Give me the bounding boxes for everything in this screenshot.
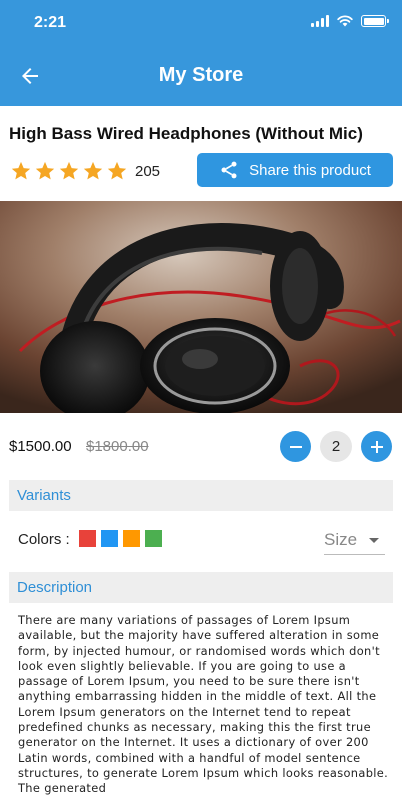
- wifi-icon: [337, 15, 353, 27]
- color-swatch-red[interactable]: [79, 530, 96, 547]
- signal-icon: [311, 15, 329, 27]
- plus-icon: [370, 440, 383, 453]
- star-icon: [11, 161, 31, 180]
- status-icons: [311, 15, 389, 27]
- share-product-button[interactable]: Share this product: [197, 153, 393, 187]
- minus-icon: [289, 445, 302, 448]
- current-price: $1500.00: [9, 438, 72, 455]
- dropdown-caret-icon: [369, 537, 379, 543]
- quantity-value: 2: [320, 431, 352, 462]
- share-button-label: Share this product: [249, 161, 371, 179]
- headphones-illustration: [0, 201, 402, 413]
- battery-icon: [361, 15, 389, 27]
- star-icon: [107, 161, 127, 180]
- app-title: My Store: [158, 64, 244, 86]
- product-rating: 205: [10, 160, 160, 182]
- product-title: High Bass Wired Headphones (Without Mic): [9, 124, 363, 143]
- original-price: $1800.00: [86, 438, 149, 455]
- size-dropdown-label: Size: [324, 530, 358, 549]
- status-time: 2:21: [34, 14, 67, 31]
- decrease-quantity-button[interactable]: [280, 431, 311, 462]
- rating-stars: [10, 160, 128, 182]
- size-dropdown[interactable]: Size: [324, 526, 385, 555]
- description-header: Description: [9, 572, 393, 603]
- color-swatch-green[interactable]: [145, 530, 162, 547]
- variants-header: Variants: [9, 480, 393, 511]
- rating-count: 205: [135, 162, 161, 180]
- star-icon: [35, 161, 55, 180]
- color-swatches: [79, 530, 162, 547]
- increase-quantity-button[interactable]: [361, 431, 392, 462]
- colors-label: Colors :: [18, 531, 70, 548]
- product-image: [0, 201, 402, 413]
- star-icon: [83, 161, 103, 180]
- description-text: There are many variations of passages of…: [18, 613, 389, 796]
- color-swatch-blue[interactable]: [101, 530, 118, 547]
- share-icon: [221, 161, 237, 179]
- app-bar: 2:21 My Store: [0, 0, 402, 106]
- product-detail-screen: 2:21 My Store High Bass Wired Headphones…: [0, 0, 402, 800]
- color-swatch-orange[interactable]: [123, 530, 140, 547]
- star-icon: [59, 161, 79, 180]
